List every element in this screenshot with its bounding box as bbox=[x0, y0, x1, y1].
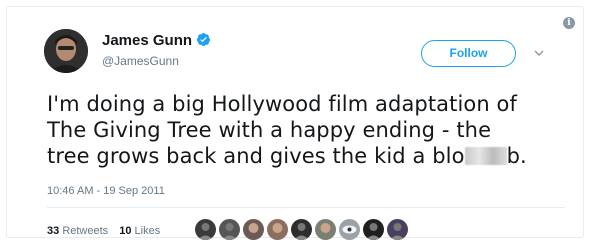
likers-avatars bbox=[195, 217, 411, 241]
avatar-dark-icon[interactable] bbox=[219, 218, 240, 240]
author-name[interactable]: James Gunn bbox=[102, 32, 211, 49]
tweet-text: I'm doing a big Hollywood film adaptatio… bbox=[47, 91, 567, 169]
avatar-dark-icon[interactable] bbox=[291, 218, 312, 240]
tweet-text-line: I'm doing a big Hollywood film adaptatio… bbox=[47, 92, 517, 116]
likes-stat[interactable]: 10 Likes bbox=[119, 225, 160, 237]
profile-photo-icon bbox=[44, 29, 88, 73]
author-handle[interactable]: @JamesGunn bbox=[102, 54, 179, 68]
tweet-timestamp[interactable]: 10:46 AM - 19 Sep 2011 bbox=[47, 185, 165, 197]
retweets-label: Retweets bbox=[62, 225, 109, 237]
tweet-text-fragment: tree grows back and gives the kid a blo bbox=[47, 144, 465, 168]
avatar-face-icon[interactable] bbox=[267, 218, 288, 240]
avatar[interactable] bbox=[44, 29, 88, 73]
avatar-face-icon[interactable] bbox=[315, 218, 336, 240]
avatar-face-icon[interactable] bbox=[243, 218, 264, 240]
tweet-text-line: tree grows back and gives the kid a blo b… bbox=[47, 143, 567, 169]
divider bbox=[47, 207, 565, 208]
avatar-eye-icon[interactable] bbox=[339, 218, 360, 240]
tweet-card: i James Gunn @JamesGunn Follow I'm doing… bbox=[6, 6, 584, 241]
redaction-blur bbox=[464, 147, 507, 165]
verified-badge-icon bbox=[196, 32, 211, 47]
retweets-count: 33 bbox=[47, 225, 60, 237]
tweet-text-fragment: b. bbox=[506, 144, 527, 168]
retweets-stat[interactable]: 33 Retweets bbox=[47, 225, 108, 237]
tweet-stats: 33 Retweets 10 Likes bbox=[47, 225, 168, 237]
author-name-text: James Gunn bbox=[102, 32, 193, 49]
follow-button[interactable]: Follow bbox=[421, 40, 516, 67]
avatar-dark-icon[interactable] bbox=[363, 218, 384, 240]
likes-label: Likes bbox=[134, 225, 161, 237]
avatar-dark-icon[interactable] bbox=[195, 218, 216, 240]
tweet-text-line: The Giving Tree with a happy ending - th… bbox=[47, 118, 492, 142]
avatar-dark-icon[interactable] bbox=[387, 218, 408, 240]
chevron-down-icon[interactable] bbox=[533, 47, 545, 59]
likes-count: 10 bbox=[119, 225, 132, 237]
info-icon[interactable]: i bbox=[563, 17, 575, 29]
